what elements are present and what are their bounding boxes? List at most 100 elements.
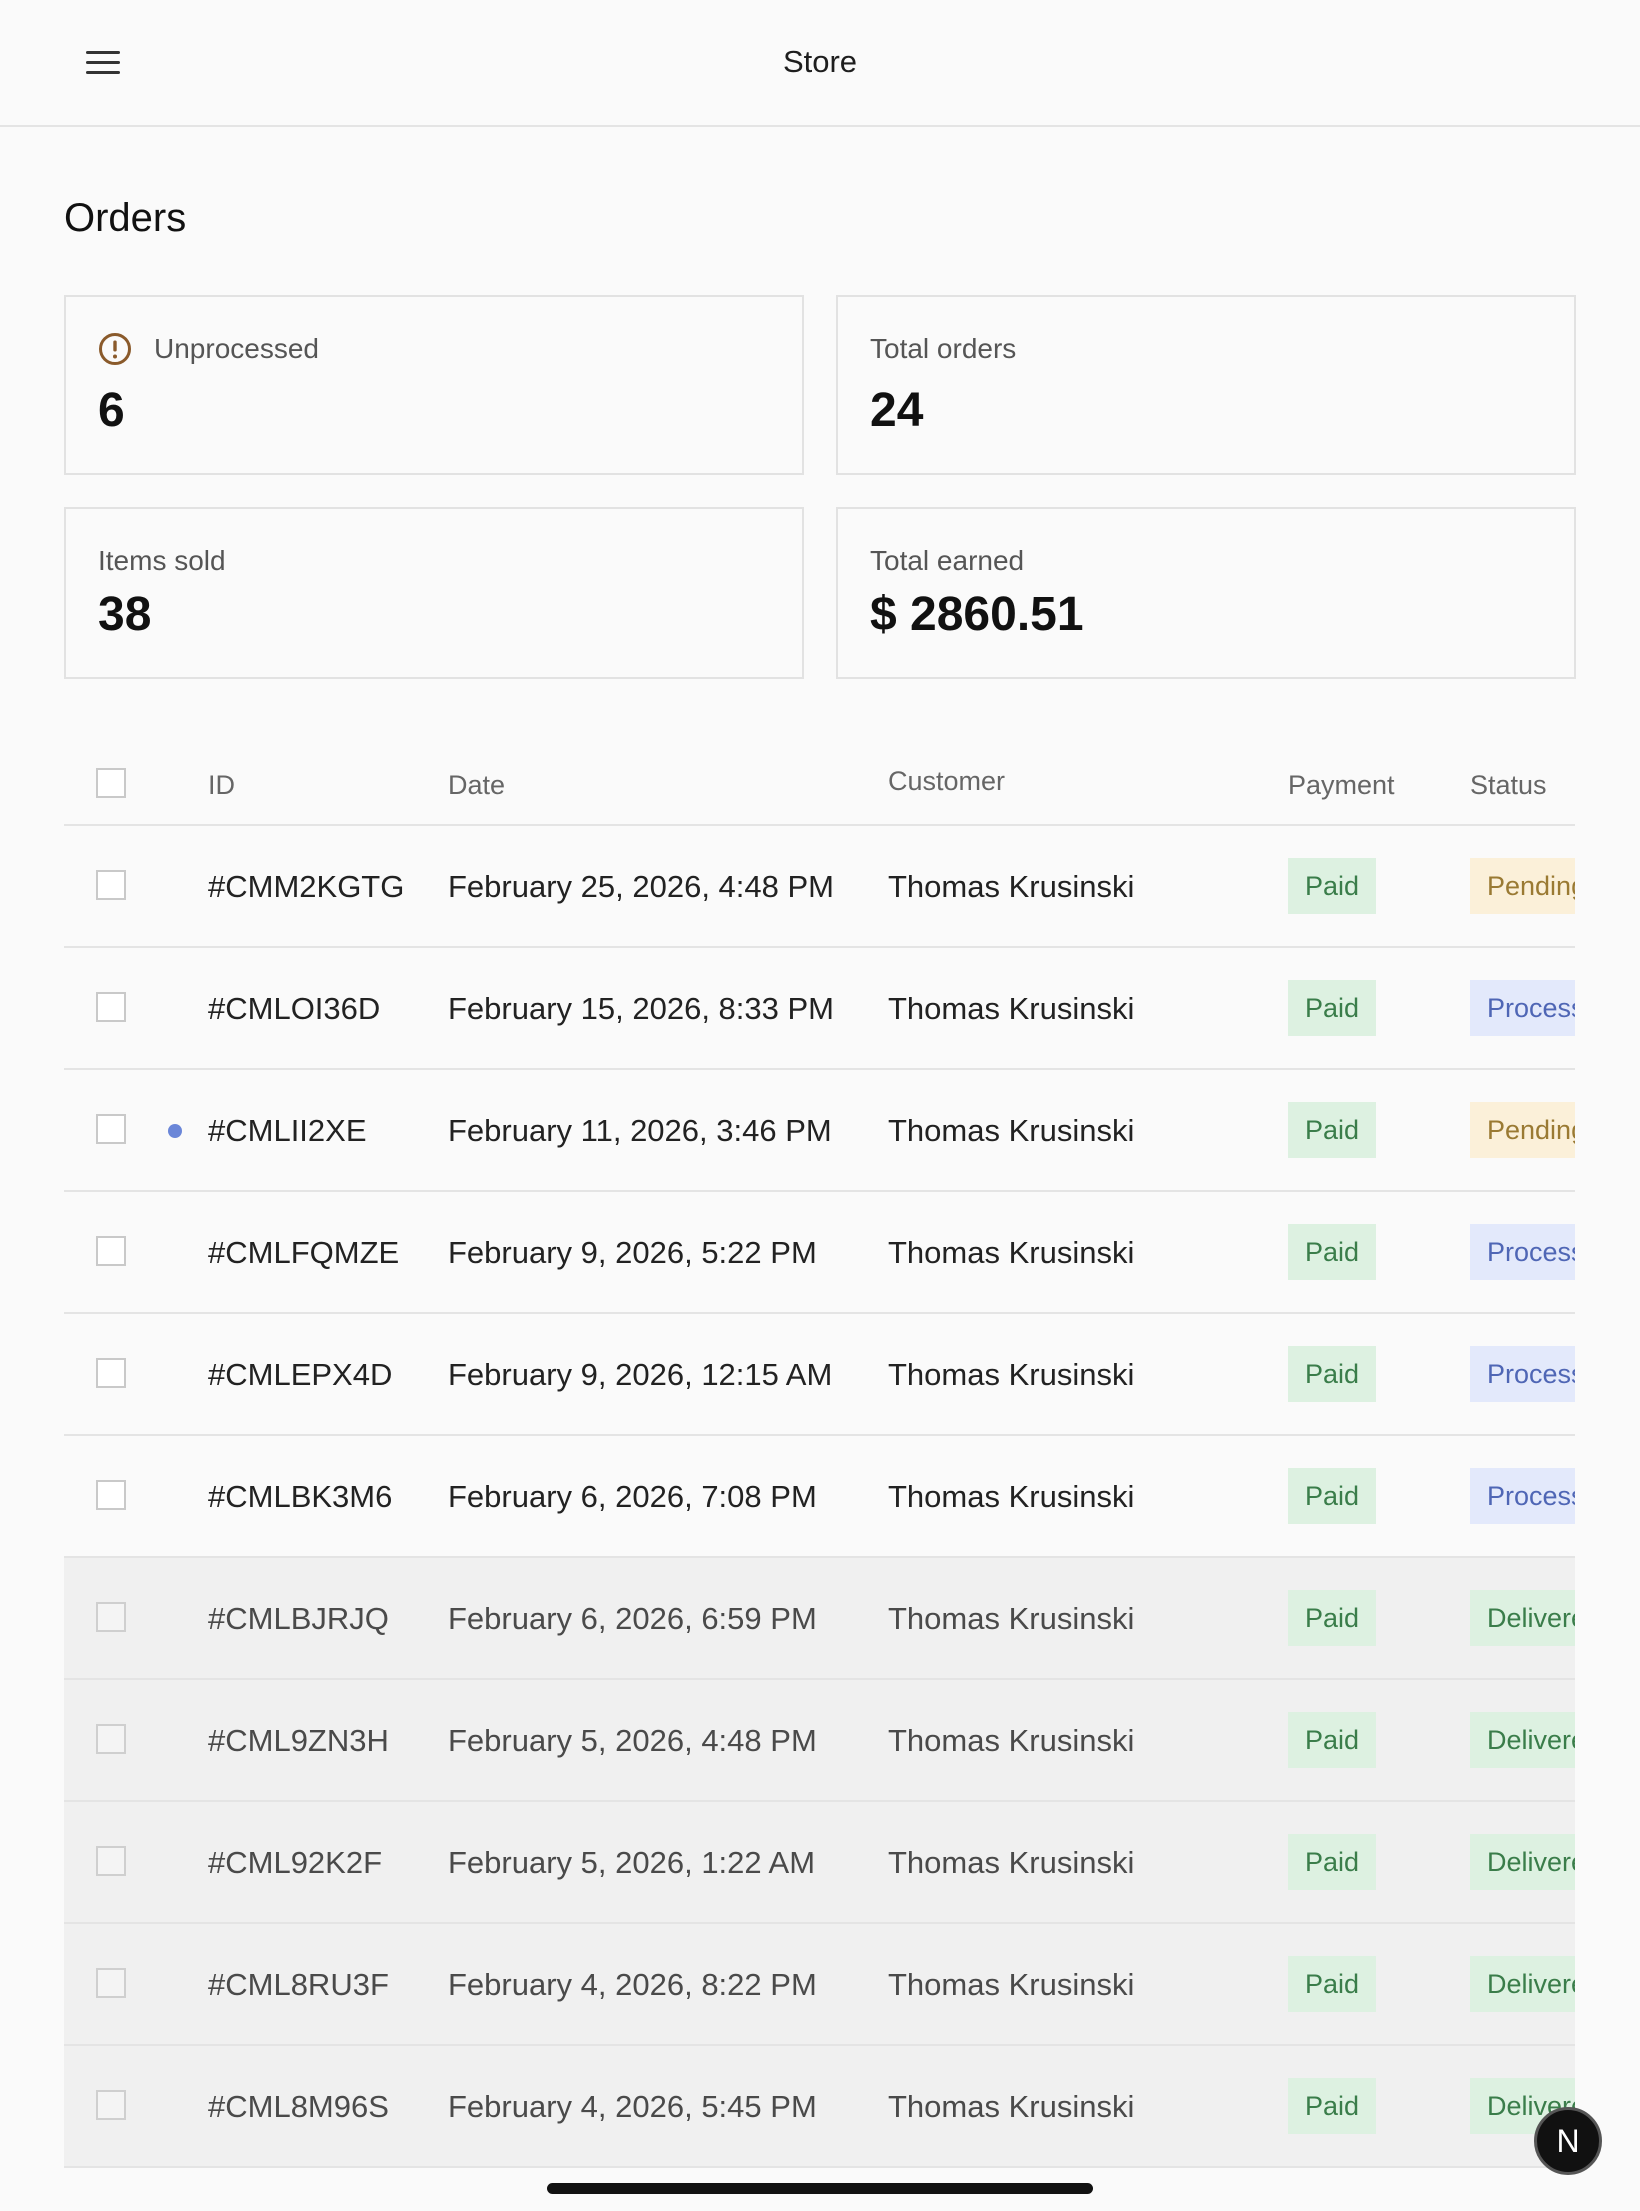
stat-label: Unprocessed xyxy=(154,333,319,364)
row-checkbox[interactable] xyxy=(96,870,126,900)
table-row[interactable]: #CML92K2F February 5, 2026, 1:22 AM Thomas… xyxy=(64,1802,1575,1924)
order-customer: Thomas Krusinski xyxy=(888,1479,1135,1514)
payment-badge: Paid xyxy=(1288,1224,1377,1280)
order-date: February 9, 2026, 5:22 PM xyxy=(448,1235,817,1270)
order-date: February 6, 2026, 7:08 PM xyxy=(448,1479,817,1514)
table-row[interactable]: #CMLBK3M6 February 6, 2026, 7:08 PM Thomas… xyxy=(64,1436,1575,1558)
stat-value: 38 xyxy=(98,588,152,641)
order-customer: Thomas Krusinski xyxy=(888,2089,1135,2124)
table-header: ID Date Customer Payment Status xyxy=(64,740,1575,826)
payment-badge: Paid xyxy=(1288,1956,1377,2012)
stat-value: $ 2860.51 xyxy=(870,588,1084,641)
row-checkbox[interactable] xyxy=(96,992,126,1022)
order-date: February 25, 2026, 4:48 PM xyxy=(448,869,835,904)
order-date: February 11, 2026, 3:46 PM xyxy=(448,1113,832,1148)
order-date: February 5, 2026, 4:48 PM xyxy=(448,1723,817,1758)
status-badge: Delivered xyxy=(1470,1834,1575,1890)
row-checkbox[interactable] xyxy=(96,1602,126,1632)
stat-card-items-sold[interactable]: Items sold 38 xyxy=(64,507,804,679)
column-header-payment[interactable]: Payment xyxy=(1288,770,1395,801)
status-badge: Pending xyxy=(1470,858,1575,914)
row-checkbox[interactable] xyxy=(96,1724,126,1754)
table-row[interactable]: #CML8M96S February 4, 2026, 5:45 PM Thomas… xyxy=(64,2046,1575,2168)
table-row[interactable]: #CMLFQMZE February 9, 2026, 5:22 PM Thomas… xyxy=(64,1192,1575,1314)
order-date: February 9, 2026, 12:15 AM xyxy=(448,1357,833,1392)
order-customer: Thomas Krusinski xyxy=(888,1723,1135,1758)
row-checkbox[interactable] xyxy=(96,1114,126,1144)
status-badge: Delivered xyxy=(1470,1712,1575,1768)
order-id[interactable]: #CML92K2F xyxy=(208,1845,382,1881)
order-id[interactable]: #CML9ZN3H xyxy=(208,1723,389,1759)
stat-label: Total earned xyxy=(870,545,1025,576)
status-badge: Processing xyxy=(1470,980,1575,1036)
floating-n-badge[interactable]: N xyxy=(1534,2107,1602,2175)
app-title: Store xyxy=(782,44,858,79)
table-body: #CMM2KGTG February 25, 2026, 4:48 PM Thoma… xyxy=(64,826,1575,2168)
table-row[interactable]: #CMLOI36D February 15, 2026, 8:33 PM Thoma… xyxy=(64,948,1575,1070)
order-customer: Thomas Krusinski xyxy=(888,1967,1135,2002)
order-customer: Thomas Krusinski xyxy=(888,869,1135,904)
table-row[interactable]: #CMLII2XE February 11, 2026, 3:46 PM Thoma… xyxy=(64,1070,1575,1192)
payment-badge: Paid xyxy=(1288,1834,1377,1890)
column-header-status[interactable]: Status xyxy=(1470,770,1547,801)
row-checkbox[interactable] xyxy=(96,1846,126,1876)
payment-badge: Paid xyxy=(1288,1346,1377,1402)
row-checkbox[interactable] xyxy=(96,1236,126,1266)
top-app-bar: Store xyxy=(0,0,1640,127)
stat-card-total-earned[interactable]: Total earned $ 2860.51 xyxy=(836,507,1576,679)
table-row[interactable]: #CMM2KGTG February 25, 2026, 4:48 PM Thoma… xyxy=(64,826,1575,948)
stat-value: 24 xyxy=(870,384,924,437)
select-all-checkbox[interactable] xyxy=(96,768,126,798)
payment-badge: Paid xyxy=(1288,1102,1377,1158)
order-id[interactable]: #CMLFQMZE xyxy=(208,1235,399,1271)
order-id[interactable]: #CMLOI36D xyxy=(208,991,380,1027)
payment-badge: Paid xyxy=(1288,1590,1377,1646)
stat-value: 6 xyxy=(98,384,125,437)
column-header-date[interactable]: Date xyxy=(448,770,505,801)
order-id[interactable]: #CMM2KGTG xyxy=(208,869,404,905)
home-indicator xyxy=(547,2183,1093,2194)
status-badge: Processing xyxy=(1470,1346,1575,1402)
order-customer: Thomas Krusinski xyxy=(888,1357,1135,1392)
status-badge: Processing xyxy=(1470,1468,1575,1524)
order-id[interactable]: #CMLEPX4D xyxy=(208,1357,392,1393)
status-badge: Delivered xyxy=(1470,1590,1575,1646)
alert-circle-icon xyxy=(99,333,131,365)
order-id[interactable]: #CML8RU3F xyxy=(208,1967,389,2003)
order-date: February 4, 2026, 8:22 PM xyxy=(448,1967,817,2002)
row-checkbox[interactable] xyxy=(96,1480,126,1510)
status-badge: Pending xyxy=(1470,1102,1575,1158)
stat-card-unprocessed[interactable]: Unprocessed 6 xyxy=(64,295,804,475)
order-customer: Thomas Krusinski xyxy=(888,1601,1135,1636)
table-row[interactable]: #CML8RU3F February 4, 2026, 8:22 PM Thomas… xyxy=(64,1924,1575,2046)
order-id[interactable]: #CMLII2XE xyxy=(208,1113,367,1149)
status-badge: Processing xyxy=(1470,1224,1575,1280)
payment-badge: Paid xyxy=(1288,1468,1377,1524)
row-checkbox[interactable] xyxy=(96,2090,126,2120)
payment-badge: Paid xyxy=(1288,2078,1377,2134)
orders-table: ID Date Customer Payment Status #CMM2KGT… xyxy=(64,740,1575,2211)
order-customer: Thomas Krusinski xyxy=(888,991,1135,1026)
payment-badge: Paid xyxy=(1288,1712,1377,1768)
stat-label: Items sold xyxy=(98,545,226,576)
table-row[interactable]: #CML9ZN3H February 5, 2026, 4:48 PM Thomas… xyxy=(64,1680,1575,1802)
page-title: Orders xyxy=(64,196,187,240)
order-id[interactable]: #CMLBK3M6 xyxy=(208,1479,392,1515)
row-checkbox[interactable] xyxy=(96,1968,126,1998)
stat-card-total-orders[interactable]: Total orders 24 xyxy=(836,295,1576,475)
order-date: February 5, 2026, 1:22 AM xyxy=(448,1845,816,1880)
order-date: February 15, 2026, 8:33 PM xyxy=(448,991,835,1026)
order-customer: Thomas Krusinski xyxy=(888,1113,1135,1148)
payment-badge: Paid xyxy=(1288,980,1377,1036)
table-row[interactable]: #CMLBJRJQ February 6, 2026, 6:59 PM Thomas… xyxy=(64,1558,1575,1680)
column-header-id[interactable]: ID xyxy=(208,770,235,801)
order-customer: Thomas Krusinski xyxy=(888,1845,1135,1880)
row-checkbox[interactable] xyxy=(96,1358,126,1388)
unread-dot-icon xyxy=(168,1124,182,1138)
payment-badge: Paid xyxy=(1288,858,1377,914)
order-id[interactable]: #CML8M96S xyxy=(208,2089,389,2125)
order-date: February 4, 2026, 5:45 PM xyxy=(448,2089,817,2124)
table-row[interactable]: #CMLEPX4D February 9, 2026, 12:15 AM Thoma… xyxy=(64,1314,1575,1436)
column-header-customer[interactable]: Customer xyxy=(888,766,1005,797)
order-id[interactable]: #CMLBJRJQ xyxy=(208,1601,389,1637)
